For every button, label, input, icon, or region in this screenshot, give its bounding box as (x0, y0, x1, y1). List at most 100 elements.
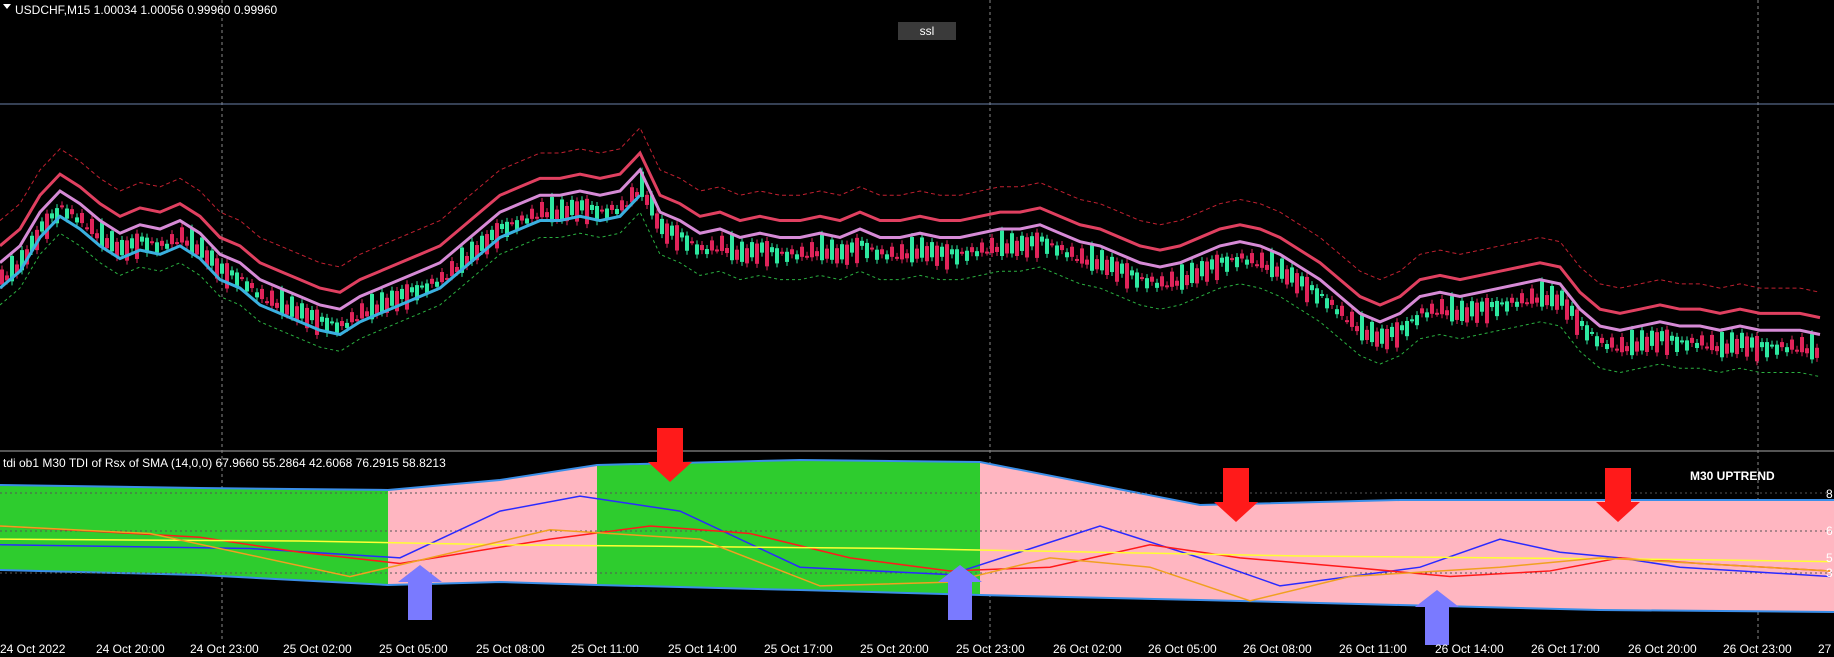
candle-body (1075, 258, 1079, 261)
candle-body (1340, 305, 1344, 316)
candle-body (1430, 303, 1434, 314)
candle-body (765, 241, 769, 267)
candle-body (1695, 342, 1699, 349)
candle-body (1005, 243, 1009, 254)
candle-body (1215, 254, 1219, 281)
candle-body (530, 208, 534, 219)
candle-body (1560, 290, 1564, 306)
candle-body (200, 237, 204, 258)
candle-body (1370, 321, 1374, 343)
candle-body (870, 247, 874, 250)
candle-body (1070, 246, 1074, 257)
candle-body (1030, 236, 1034, 247)
candle-body (1435, 312, 1439, 315)
candle-body (615, 208, 619, 215)
candle-body (1785, 347, 1789, 353)
candle-body (1525, 302, 1529, 305)
x-tick-12: 26 Oct 05:00 (1148, 642, 1217, 656)
y-tick-0: 8 (1826, 487, 1833, 501)
candle-body (1180, 264, 1184, 290)
tdi-zone-2 (597, 460, 980, 595)
candle-body (70, 209, 74, 215)
candle-body (355, 319, 359, 322)
candle-body (1595, 336, 1599, 347)
candle-body (840, 244, 844, 260)
candle-body (655, 213, 659, 229)
candle-body (1755, 335, 1759, 362)
candle-body (1220, 257, 1224, 263)
candle-body (1415, 315, 1419, 326)
candle-body (440, 272, 444, 283)
candle-body (500, 223, 504, 229)
x-tick-6: 25 Oct 11:00 (571, 642, 639, 656)
candle-body (1670, 335, 1674, 341)
candle-body (1305, 276, 1309, 303)
candle-body (90, 218, 94, 235)
candle-body (195, 244, 199, 255)
candle-body (1810, 334, 1814, 360)
candle-body (190, 228, 194, 254)
candle-body (1735, 338, 1739, 355)
candle-body (915, 248, 919, 259)
candle-body (825, 248, 829, 259)
candle-body (670, 225, 674, 236)
candle-body (95, 233, 99, 239)
candle-body (850, 242, 854, 253)
x-tick-3: 25 Oct 02:00 (283, 642, 352, 656)
candle-body (1630, 329, 1634, 356)
candle-body (85, 227, 89, 230)
candle-body (1530, 288, 1534, 304)
candle-body (890, 246, 894, 257)
candle-body (805, 255, 809, 258)
candle-body (400, 288, 404, 300)
candle-body (955, 249, 959, 265)
candle-body (1690, 337, 1694, 343)
candle-body (1775, 344, 1779, 355)
candle-body (510, 222, 514, 225)
candle-body (330, 321, 334, 324)
candle-body (1715, 346, 1719, 352)
candle-body (1805, 348, 1809, 354)
candle-body (110, 231, 114, 252)
candle-body (1290, 267, 1294, 283)
candle-body (1485, 297, 1489, 324)
x-tick-7: 25 Oct 14:00 (668, 642, 737, 656)
candle-body (675, 225, 679, 251)
candle-body (770, 247, 774, 253)
candle-body (580, 200, 584, 211)
candle-body (920, 237, 924, 258)
candle-body (1130, 270, 1134, 276)
candle-body (1675, 336, 1679, 353)
candle-body (965, 250, 969, 261)
candle-body (1140, 277, 1144, 280)
candle-body (1645, 336, 1649, 353)
y-tick-2: 5 (1826, 551, 1833, 565)
candle-body (525, 218, 529, 224)
candle-body (1535, 297, 1539, 303)
candle-body (560, 199, 564, 220)
candle-body (1400, 325, 1404, 331)
candle-body (1575, 309, 1579, 335)
candle-body (275, 302, 279, 308)
candle-body (880, 249, 884, 255)
candle-body (435, 281, 439, 287)
chart-root: USDCHF,M15 1.00034 1.00056 0.99960 0.999… (0, 0, 1834, 657)
candle-body (810, 242, 814, 258)
candle-body (1095, 259, 1099, 270)
candle-body (45, 213, 49, 239)
candle-body (1730, 332, 1734, 353)
x-tick-11: 26 Oct 02:00 (1053, 642, 1122, 656)
candle-body (1520, 293, 1524, 304)
candle-body (1135, 272, 1139, 288)
candle-body (1635, 341, 1639, 352)
candle-body (230, 270, 234, 276)
candle-body (1255, 264, 1259, 267)
candle-body (1590, 331, 1594, 334)
y-tick-3: 3 (1826, 566, 1833, 580)
candle-body (990, 237, 994, 254)
candle-body (1585, 325, 1589, 341)
candle-body (1620, 337, 1624, 353)
candle-body (690, 241, 694, 244)
candle-body (1010, 233, 1014, 254)
candle-body (730, 234, 734, 261)
